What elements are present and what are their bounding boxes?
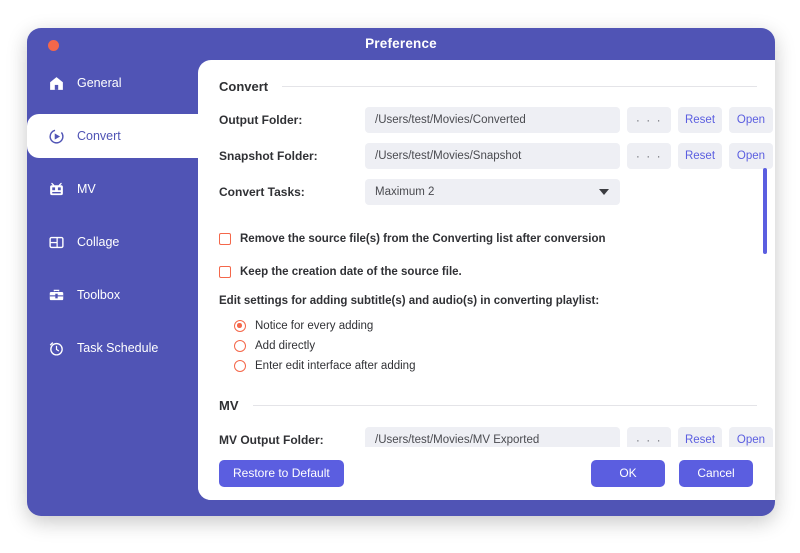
collage-layout-icon — [47, 233, 66, 252]
edit-settings-note: Edit settings for adding subtitle(s) and… — [198, 295, 775, 307]
sidebar-item-label: General — [77, 76, 121, 90]
section-title: MV — [219, 398, 239, 413]
mv-output-folder-row: MV Output Folder: /Users/test/Movies/MV … — [198, 427, 775, 447]
keep-creation-date-label: Keep the creation date of the source fil… — [240, 266, 462, 278]
mv-output-folder-open-button[interactable]: Open — [729, 427, 773, 447]
output-folder-browse-button[interactable]: · · · — [627, 107, 671, 133]
snapshot-folder-reset-button[interactable]: Reset — [678, 143, 722, 169]
remove-source-checkbox[interactable] — [219, 233, 231, 245]
sidebar-item-label: MV — [77, 182, 96, 196]
window-title: Preference — [27, 36, 775, 51]
sidebar: General Convert MV — [27, 61, 198, 516]
sidebar-item-toolbox[interactable]: Toolbox — [27, 273, 198, 317]
section-title: Convert — [219, 79, 268, 94]
sidebar-item-collage[interactable]: Collage — [27, 220, 198, 264]
settings-scroll-area: Convert Output Folder: /Users/test/Movie… — [198, 60, 775, 447]
radio-label: Enter edit interface after adding — [255, 360, 415, 372]
convert-tasks-label: Convert Tasks: — [219, 185, 365, 199]
output-folder-row: Output Folder: /Users/test/Movies/Conver… — [198, 107, 775, 133]
snapshot-folder-label: Snapshot Folder: — [219, 149, 365, 163]
radio-notice-every-adding[interactable] — [234, 320, 246, 332]
scrollbar-track[interactable] — [767, 78, 771, 429]
radio-row-notice-every-adding[interactable]: Notice for every adding — [198, 316, 775, 336]
scrollbar-thumb[interactable] — [763, 168, 767, 254]
mv-output-folder-label: MV Output Folder: — [219, 433, 365, 447]
sidebar-item-label: Collage — [77, 235, 119, 249]
convert-tasks-value: Maximum 2 — [375, 186, 434, 198]
radio-row-add-directly[interactable]: Add directly — [198, 336, 775, 356]
content-panel: Convert Output Folder: /Users/test/Movie… — [198, 60, 775, 500]
sidebar-item-label: Toolbox — [77, 288, 120, 302]
keep-creation-date-checkbox-row[interactable]: Keep the creation date of the source fil… — [198, 262, 775, 282]
chevron-down-icon — [599, 189, 609, 195]
sidebar-item-task-schedule[interactable]: Task Schedule — [27, 326, 198, 370]
snapshot-folder-browse-button[interactable]: · · · — [627, 143, 671, 169]
mv-video-icon — [47, 180, 66, 199]
convert-tasks-row: Convert Tasks: Maximum 2 — [198, 179, 775, 205]
restore-to-default-button[interactable]: Restore to Default — [219, 460, 344, 487]
mv-output-folder-input[interactable]: /Users/test/Movies/MV Exported — [365, 427, 620, 447]
cancel-button[interactable]: Cancel — [679, 460, 753, 487]
clock-schedule-icon — [47, 339, 66, 358]
home-icon — [47, 74, 66, 93]
dialog-footer: Restore to Default OK Cancel — [198, 447, 775, 500]
section-divider — [253, 405, 758, 406]
snapshot-folder-row: Snapshot Folder: /Users/test/Movies/Snap… — [198, 143, 775, 169]
output-folder-input[interactable]: /Users/test/Movies/Converted — [365, 107, 620, 133]
sidebar-item-convert[interactable]: Convert — [27, 114, 198, 158]
section-divider — [282, 86, 757, 87]
remove-source-label: Remove the source file(s) from the Conve… — [240, 233, 606, 245]
radio-add-directly[interactable] — [234, 340, 246, 352]
mv-output-folder-browse-button[interactable]: · · · — [627, 427, 671, 447]
output-folder-label: Output Folder: — [219, 113, 365, 127]
section-header-convert: Convert — [198, 79, 775, 94]
convert-circle-play-icon — [47, 127, 66, 146]
radio-label: Notice for every adding — [255, 320, 373, 332]
radio-row-enter-edit-interface[interactable]: Enter edit interface after adding — [198, 356, 775, 376]
ok-button[interactable]: OK — [591, 460, 665, 487]
sidebar-item-mv[interactable]: MV — [27, 167, 198, 211]
section-header-mv: MV — [198, 398, 775, 413]
title-bar: Preference — [27, 28, 775, 61]
output-folder-reset-button[interactable]: Reset — [678, 107, 722, 133]
sidebar-item-label: Task Schedule — [77, 341, 158, 355]
remove-source-checkbox-row[interactable]: Remove the source file(s) from the Conve… — [198, 229, 775, 249]
radio-enter-edit-interface[interactable] — [234, 360, 246, 372]
radio-label: Add directly — [255, 340, 315, 352]
snapshot-folder-input[interactable]: /Users/test/Movies/Snapshot — [365, 143, 620, 169]
keep-creation-date-checkbox[interactable] — [219, 266, 231, 278]
sidebar-item-general[interactable]: General — [27, 61, 198, 105]
toolbox-icon — [47, 286, 66, 305]
mv-output-folder-reset-button[interactable]: Reset — [678, 427, 722, 447]
convert-tasks-select[interactable]: Maximum 2 — [365, 179, 620, 205]
sidebar-item-label: Convert — [77, 129, 121, 143]
preference-dialog: Preference General Convert — [27, 28, 775, 516]
